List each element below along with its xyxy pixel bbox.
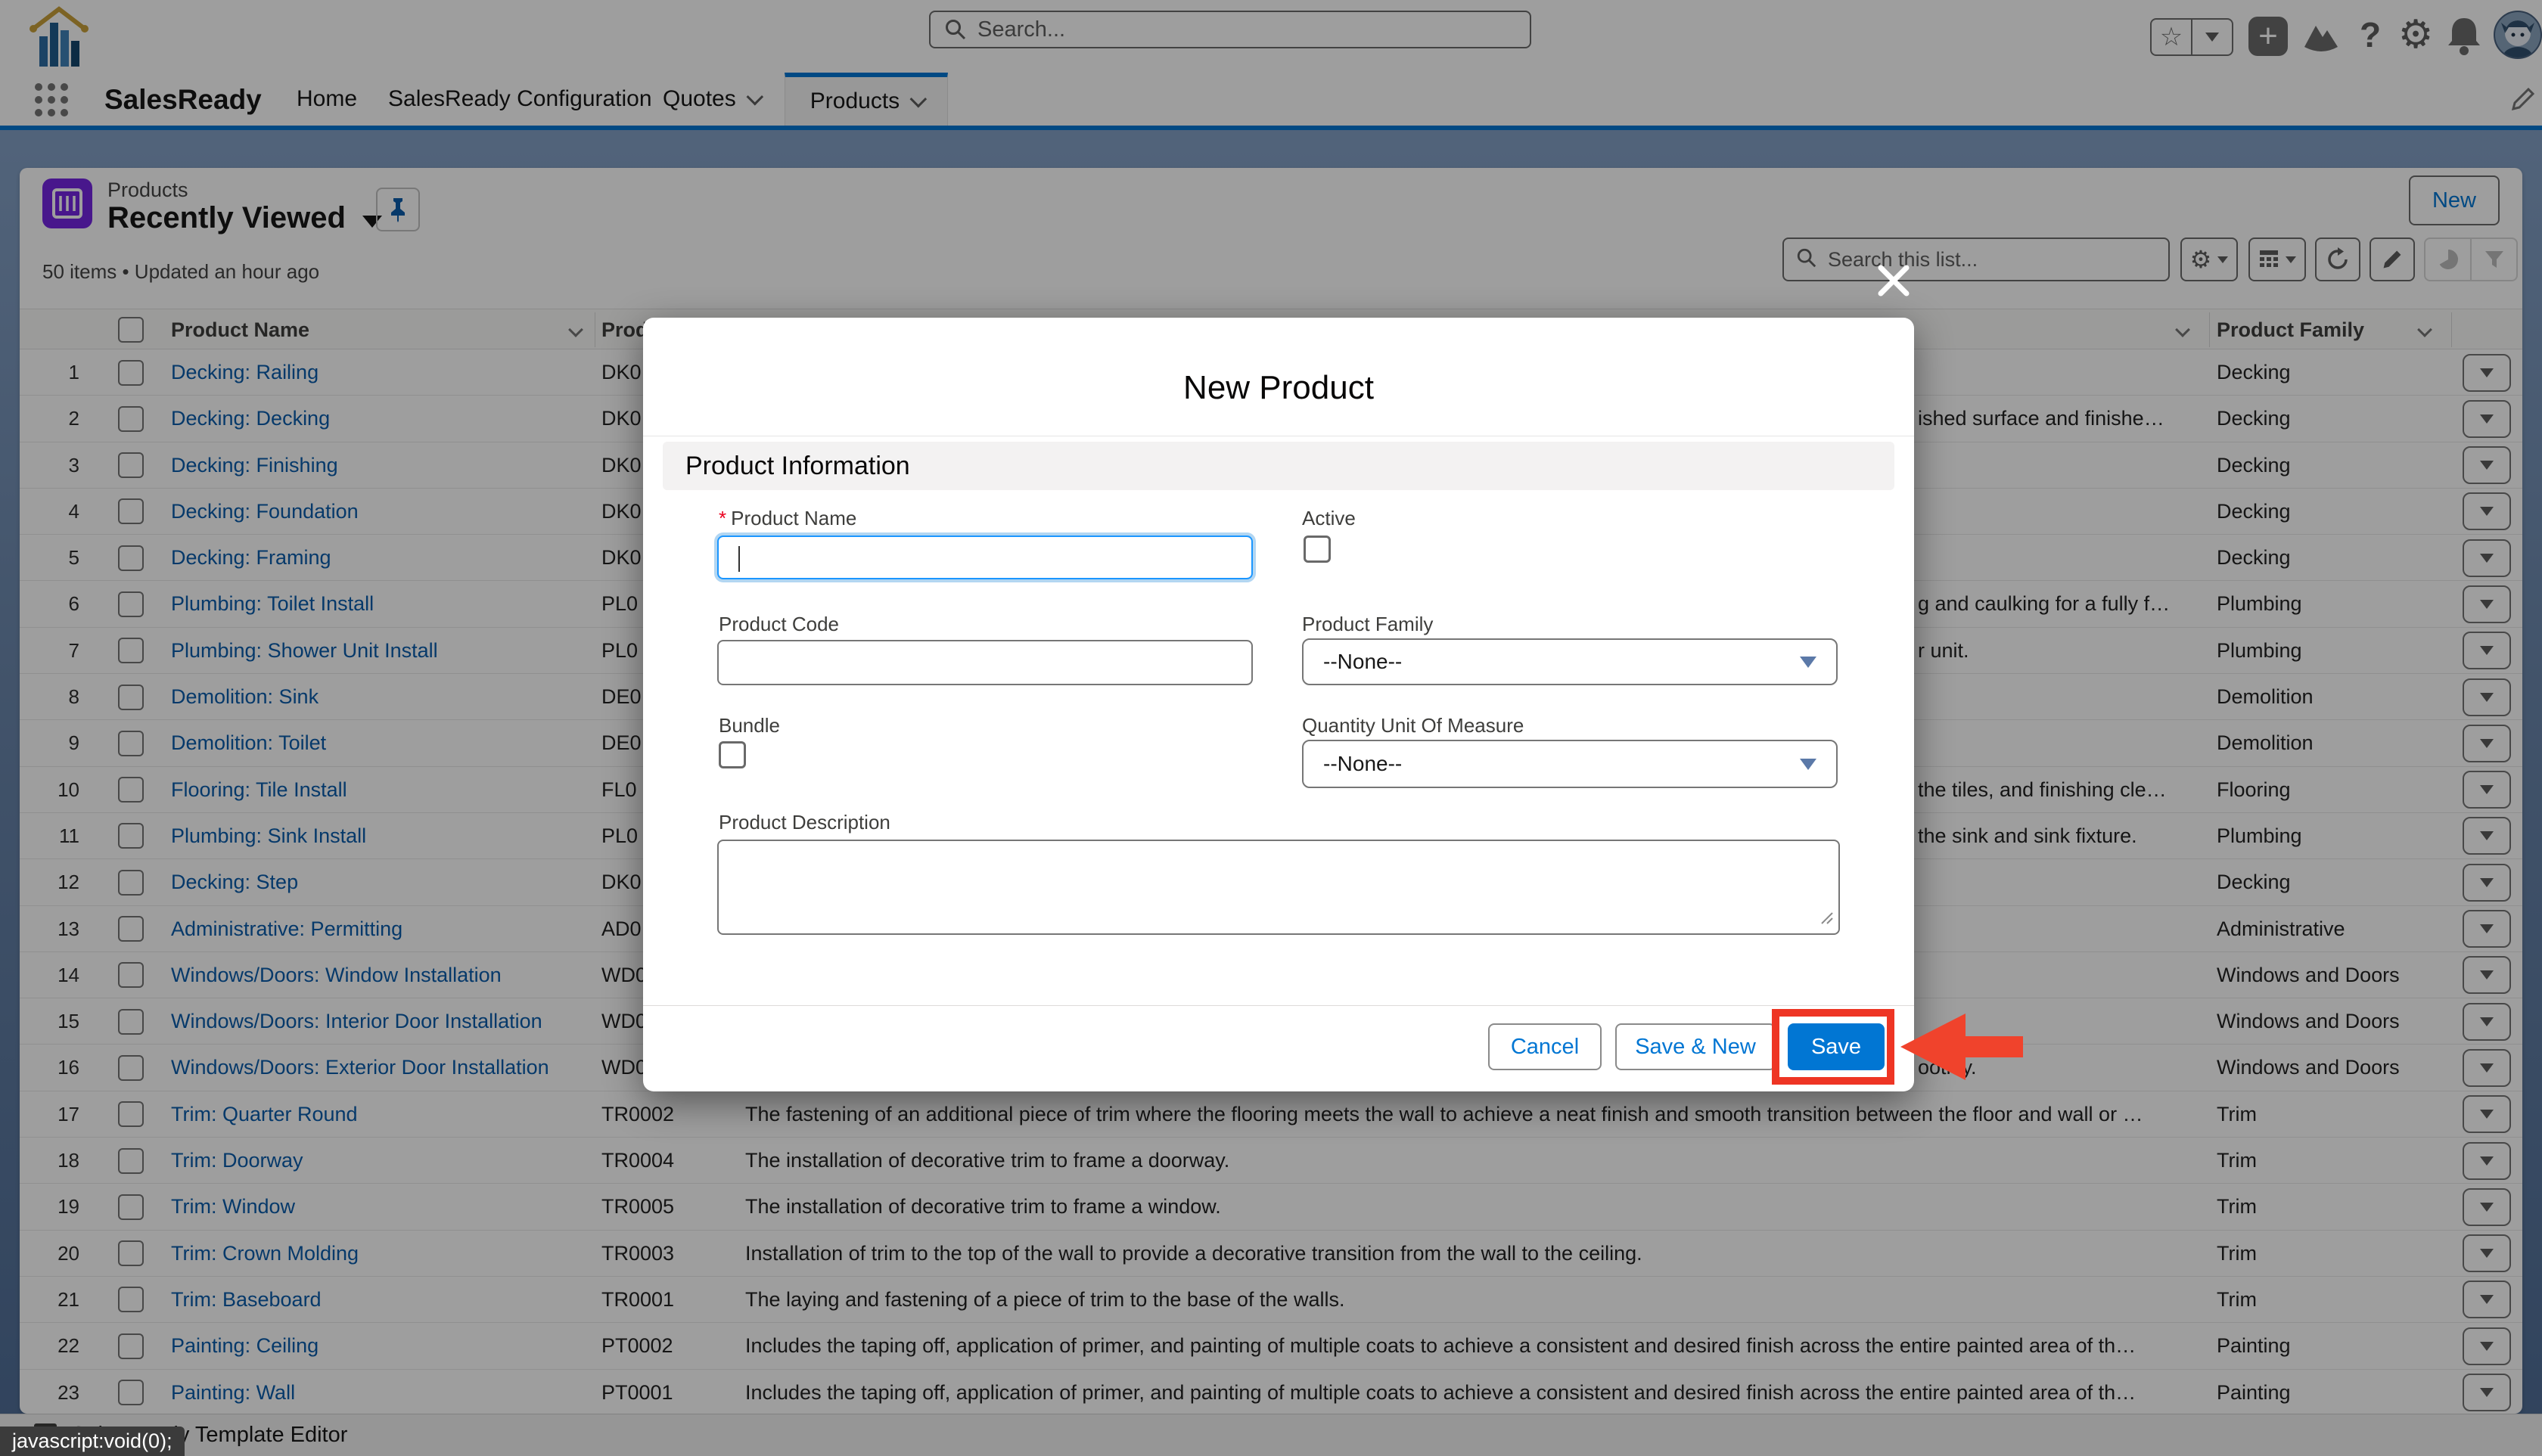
required-asterisk: * — [719, 507, 726, 529]
product-family-label: Product Family — [1302, 613, 1433, 636]
close-icon — [1875, 262, 1913, 300]
product-family-select[interactable]: --None-- — [1302, 638, 1838, 685]
product-name-input[interactable] — [717, 536, 1253, 579]
product-description-textarea[interactable] — [717, 840, 1840, 935]
bundle-checkbox[interactable] — [719, 741, 746, 768]
modal-close-button[interactable] — [1875, 262, 1913, 300]
modal-title: New Product — [643, 369, 1914, 407]
resize-grip-icon[interactable] — [1819, 910, 1834, 929]
quantity-unit-label: Quantity Unit Of Measure — [1302, 714, 1524, 737]
product-name-label: *Product Name — [719, 507, 856, 530]
product-code-label: Product Code — [719, 613, 839, 636]
product-code-input[interactable] — [717, 640, 1253, 685]
save-and-new-button[interactable]: Save & New — [1615, 1023, 1776, 1070]
new-product-modal: New Product Product Information *Product… — [643, 318, 1914, 1091]
annotation-arrow — [1897, 1006, 2026, 1093]
annotation-highlight-save — [1772, 1009, 1894, 1085]
active-label: Active — [1302, 507, 1356, 530]
quantity-unit-select[interactable]: --None-- — [1302, 740, 1838, 788]
browser-status-tooltip: javascript:void(0); — [0, 1427, 185, 1456]
section-header-product-information: Product Information — [663, 442, 1894, 490]
active-checkbox[interactable] — [1304, 536, 1331, 563]
cancel-button[interactable]: Cancel — [1488, 1023, 1602, 1070]
chevron-down-icon — [1800, 759, 1816, 770]
bundle-label: Bundle — [719, 714, 780, 737]
text-cursor — [738, 546, 740, 572]
product-description-label: Product Description — [719, 811, 890, 834]
screen: Search... ☆ + ? ⚙ — [0, 0, 2542, 1456]
chevron-down-icon — [1800, 657, 1816, 668]
divider — [643, 1005, 1914, 1006]
